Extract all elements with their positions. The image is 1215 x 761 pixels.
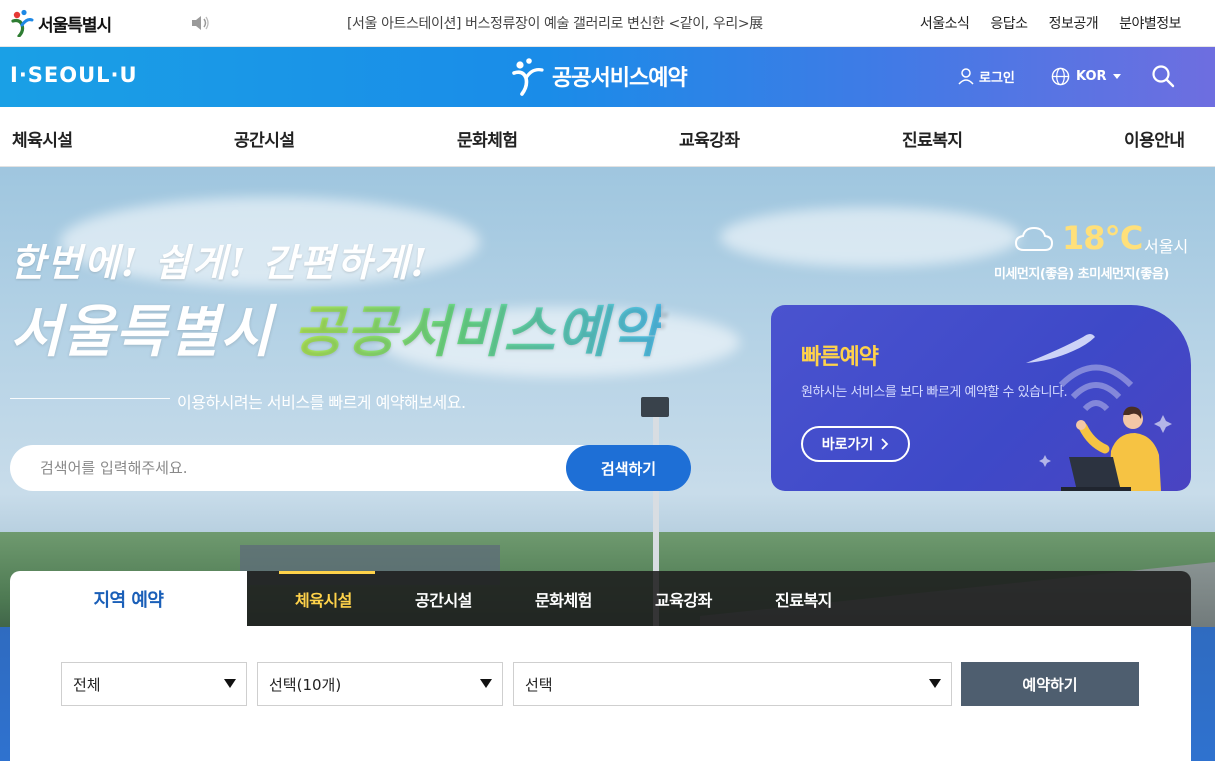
login-link[interactable]: 로그인 xyxy=(958,67,1015,86)
tab-culture[interactable]: 문화체험 xyxy=(535,587,592,611)
quick-reserve-title: 빠른예약 xyxy=(801,345,879,370)
service-brand[interactable]: 공공서비스예약 xyxy=(508,56,688,96)
seoul-logo-text: 서울특별시 xyxy=(38,15,112,36)
quick-reserve-card: 빠른예약 원하시는 서비스를 보다 빠르게 예약할 수 있습니다. 바로가기 xyxy=(771,305,1191,491)
chevron-right-icon xyxy=(881,438,889,450)
seoul-logo-icon xyxy=(11,9,34,37)
login-label: 로그인 xyxy=(979,71,1015,86)
tab-welfare[interactable]: 진료복지 xyxy=(775,587,832,611)
nav-welfare[interactable]: 진료복지 xyxy=(902,126,963,151)
globe-icon xyxy=(1051,67,1070,86)
tab-education[interactable]: 교육강좌 xyxy=(655,587,712,611)
category-select-value: 선택(10개) xyxy=(269,675,342,694)
weather-dust: 미세먼지(좋음) 초미세먼지(좋음) xyxy=(994,267,1169,282)
utility-links: 서울소식 응답소 정보공개 분야별정보 xyxy=(920,13,1182,33)
quick-reserve-button[interactable]: 바로가기 xyxy=(801,426,910,462)
nav-culture[interactable]: 문화체험 xyxy=(457,126,518,151)
hero-title-city: 서울특별시 xyxy=(10,299,273,365)
nav-guide[interactable]: 이용안내 xyxy=(1124,126,1185,151)
reservation-tabs: 지역 예약 체육시설 공간시설 문화체험 교육강좌 진료복지 xyxy=(10,571,1191,626)
main-nav: 체육시설 공간시설 문화체험 교육강좌 진료복지 이용안내 xyxy=(0,107,1215,167)
seoul-logo[interactable]: 서울특별시 xyxy=(10,8,112,38)
sky-cloud xyxy=(720,207,1020,267)
hero-title: 서울특별시 공공서비스예약 xyxy=(10,287,661,368)
region-select-value: 전체 xyxy=(73,675,101,694)
search-input[interactable] xyxy=(10,445,570,491)
triangle-down-icon xyxy=(480,679,492,688)
nav-sports[interactable]: 체육시설 xyxy=(12,126,73,151)
news-ticker[interactable]: [서울 아트스테이션] 버스정류장이 예술 갤러리로 변신한 <같이, 우리>展 xyxy=(347,13,763,33)
language-label: KOR xyxy=(1076,69,1107,84)
triangle-down-icon xyxy=(224,679,236,688)
person-laptop-illustration-icon xyxy=(1026,334,1172,491)
search-icon[interactable] xyxy=(1151,64,1175,88)
category-select[interactable]: 선택(10개) xyxy=(257,662,503,706)
brand-logo-icon xyxy=(512,58,544,96)
search-button[interactable]: 검색하기 xyxy=(566,445,691,491)
tab-sports[interactable]: 체육시설 xyxy=(295,587,352,611)
site-header: I·SEOUL·U 공공서비스예약 로그인 KOR xyxy=(0,47,1215,107)
category-tabs: 체육시설 공간시설 문화체험 교육강좌 진료복지 xyxy=(247,571,1191,626)
facility-select[interactable]: 선택 xyxy=(513,662,952,706)
hero-search: 검색하기 xyxy=(10,445,691,491)
floodlight xyxy=(641,397,669,417)
util-link-news[interactable]: 서울소식 xyxy=(920,13,970,33)
weather-widget: 18℃ 서울시 미세먼지(좋음) 초미세먼지(좋음) xyxy=(994,219,1194,289)
nav-education[interactable]: 교육강좌 xyxy=(679,126,740,151)
language-selector[interactable]: KOR xyxy=(1051,67,1121,86)
util-link-fields[interactable]: 분야별정보 xyxy=(1119,13,1181,33)
user-icon xyxy=(958,68,974,85)
weather-temperature: 18℃ xyxy=(1062,219,1143,257)
hero-subtitle: 이용하시려는 서비스를 빠르게 예약해보세요. xyxy=(177,393,466,412)
brand-title: 공공서비스예약 xyxy=(552,66,688,91)
util-link-disclosure[interactable]: 정보공개 xyxy=(1049,13,1099,33)
tab-space[interactable]: 공간시설 xyxy=(415,587,472,611)
facility-select-value: 선택 xyxy=(525,675,553,694)
hero-divider xyxy=(10,398,170,399)
hero-tagline: 한번에! 쉽게! 간편하게! xyxy=(10,240,430,285)
util-link-response[interactable]: 응답소 xyxy=(990,13,1028,33)
quick-reserve-button-label: 바로가기 xyxy=(821,437,874,453)
region-select[interactable]: 전체 xyxy=(61,662,247,706)
triangle-down-icon xyxy=(929,679,941,688)
hero-banner: 한번에! 쉽게! 간편하게! 서울특별시 공공서비스예약 이용하시려는 서비스를… xyxy=(0,167,1215,761)
reservation-form: 전체 선택(10개) 선택 예약하기 xyxy=(10,626,1191,761)
weather-city: 서울시 xyxy=(1144,237,1189,256)
nav-space[interactable]: 공간시설 xyxy=(234,126,295,151)
hero-title-service: 공공서비스예약 xyxy=(293,299,661,365)
caret-down-icon xyxy=(1112,73,1121,79)
cloud-icon xyxy=(1014,226,1054,251)
iseoulu-slogan[interactable]: I·SEOUL·U xyxy=(10,63,138,87)
tab-region-reserve[interactable]: 지역 예약 xyxy=(10,571,247,626)
speaker-icon[interactable] xyxy=(190,15,210,31)
utility-bar: 서울특별시 [서울 아트스테이션] 버스정류장이 예술 갤러리로 변신한 <같이… xyxy=(0,0,1215,47)
reserve-button[interactable]: 예약하기 xyxy=(961,662,1139,706)
active-tab-indicator xyxy=(279,571,375,574)
